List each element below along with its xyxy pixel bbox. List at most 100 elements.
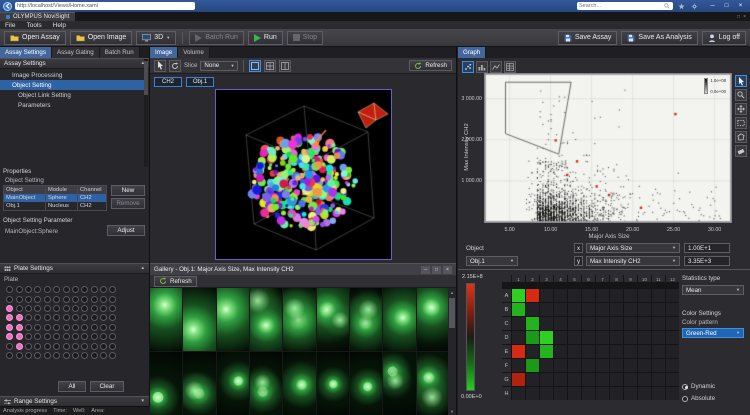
plate-well[interactable] — [6, 314, 13, 321]
all-button[interactable]: All — [58, 381, 86, 392]
plate-well[interactable] — [91, 333, 98, 340]
image-refresh-button[interactable]: Refresh — [409, 60, 452, 71]
plate-well[interactable] — [91, 343, 98, 350]
plate-well[interactable] — [72, 343, 79, 350]
plate-well[interactable] — [63, 352, 70, 359]
plate-well[interactable] — [109, 286, 116, 293]
minimize-button[interactable]: ─ — [706, 1, 719, 11]
tree-item-image-processing[interactable]: Image Processing — [0, 70, 144, 80]
plate-well[interactable] — [53, 286, 60, 293]
plate-well[interactable] — [34, 305, 41, 312]
gallery-thumbnail[interactable] — [283, 288, 315, 351]
gallery-thumbnail[interactable] — [150, 352, 182, 415]
back-button[interactable] — [3, 2, 12, 11]
plate-well[interactable] — [16, 314, 23, 321]
pointer-tool-button[interactable] — [154, 60, 166, 72]
plate-well[interactable] — [81, 352, 88, 359]
gallery-thumbnail[interactable] — [250, 288, 282, 351]
assay-settings-header[interactable]: Assay Settings ▲ — [0, 58, 149, 69]
plate-well[interactable] — [6, 324, 13, 331]
plate-well[interactable] — [63, 314, 70, 321]
plate-well[interactable] — [100, 286, 107, 293]
plate-well[interactable] — [44, 333, 51, 340]
app-close-icon[interactable]: × — [743, 14, 746, 20]
color-pattern-dropdown[interactable]: Green-Red▼ — [682, 328, 744, 338]
channel-obj1-button[interactable]: Obj.1 — [186, 77, 214, 87]
plate-well[interactable] — [100, 296, 107, 303]
gallery-thumbnail[interactable] — [317, 288, 349, 351]
plate-well[interactable] — [81, 324, 88, 331]
plate-well[interactable] — [53, 343, 60, 350]
view-single-button[interactable] — [249, 60, 261, 72]
plate-well[interactable] — [53, 296, 60, 303]
clear-gate-button[interactable] — [735, 145, 747, 157]
gallery-thumbnail[interactable] — [150, 288, 182, 351]
save-assay-button[interactable]: Save Assay — [558, 31, 618, 45]
scroll-up-icon[interactable]: ▲ — [450, 288, 454, 296]
app-restore-icon[interactable]: □ — [737, 14, 740, 20]
scatter-plot[interactable]: 1.0e+08 0.0e+00 1 000.002 000.003 000.00… — [484, 73, 732, 223]
tree-item-object-setting[interactable]: Object Setting — [0, 80, 144, 90]
plate-well[interactable] — [81, 343, 88, 350]
y-field-dropdown[interactable]: Max Intensity CH2▼ — [586, 256, 680, 266]
plate-well[interactable] — [63, 305, 70, 312]
plate-well[interactable] — [53, 314, 60, 321]
plate-well[interactable] — [109, 314, 116, 321]
plate-well[interactable] — [44, 305, 51, 312]
plate-well[interactable] — [44, 314, 51, 321]
plate-well[interactable] — [63, 286, 70, 293]
tree-scrollbar[interactable] — [144, 59, 148, 167]
plate-well[interactable] — [72, 324, 79, 331]
rect-gate-button[interactable] — [735, 117, 747, 129]
plate-well[interactable] — [72, 352, 79, 359]
remove-button[interactable]: Remove — [111, 198, 145, 209]
plate-well[interactable] — [16, 296, 23, 303]
batch-run-button[interactable]: Batch Run — [189, 31, 244, 45]
plate-well[interactable] — [100, 343, 107, 350]
view-split-button[interactable] — [279, 60, 291, 72]
plate-well[interactable] — [25, 333, 32, 340]
plate-well[interactable] — [81, 296, 88, 303]
tab-batch-run[interactable]: Batch Run — [100, 47, 140, 58]
plate-well[interactable] — [44, 324, 51, 331]
absolute-radio[interactable]: Absolute — [682, 395, 715, 402]
plate-well[interactable] — [34, 343, 41, 350]
plate-well[interactable] — [91, 352, 98, 359]
tab-volume[interactable]: Volume — [178, 47, 210, 58]
log-off-button[interactable]: Log off — [702, 31, 746, 45]
close-button[interactable]: × — [734, 1, 747, 11]
gallery-thumbnail[interactable] — [183, 288, 215, 351]
plate-well[interactable] — [16, 305, 23, 312]
stop-button[interactable]: Stop — [287, 31, 323, 45]
plate-well[interactable] — [34, 314, 41, 321]
channel-ch2-button[interactable]: CH2 — [154, 77, 182, 87]
plate-well[interactable] — [91, 296, 98, 303]
plate-well[interactable] — [25, 314, 32, 321]
plate-well[interactable] — [63, 296, 70, 303]
plate-well[interactable] — [44, 286, 51, 293]
plate-well[interactable] — [16, 333, 23, 340]
plate-well[interactable] — [100, 352, 107, 359]
plate-well[interactable] — [72, 296, 79, 303]
gallery-scrollbar[interactable]: ▲ ▼ — [448, 288, 456, 415]
tree-item-parameters[interactable]: Parameters — [0, 100, 144, 110]
plate-well[interactable] — [100, 314, 107, 321]
rotate-tool-button[interactable] — [169, 60, 181, 72]
pan-tool-button[interactable] — [735, 103, 747, 115]
x-gate-value[interactable]: 1.00E+1 — [684, 243, 730, 253]
scrollbar-thumb[interactable] — [144, 61, 148, 95]
plate-well[interactable] — [81, 314, 88, 321]
plate-well[interactable] — [81, 333, 88, 340]
plate-well[interactable] — [25, 296, 32, 303]
scrollbar-thumb[interactable] — [449, 298, 455, 328]
plate-well[interactable] — [34, 352, 41, 359]
gallery-thumbnail[interactable] — [283, 352, 315, 415]
plate-well[interactable] — [6, 333, 13, 340]
plate-well[interactable] — [109, 343, 116, 350]
plate-well[interactable] — [53, 305, 60, 312]
tab-assay-gating[interactable]: Assay Gating — [52, 47, 100, 58]
plate-well[interactable] — [63, 333, 70, 340]
select-tool-button[interactable] — [735, 75, 747, 87]
gallery-maximize-button[interactable]: □ — [432, 266, 441, 274]
plate-well[interactable] — [44, 343, 51, 350]
